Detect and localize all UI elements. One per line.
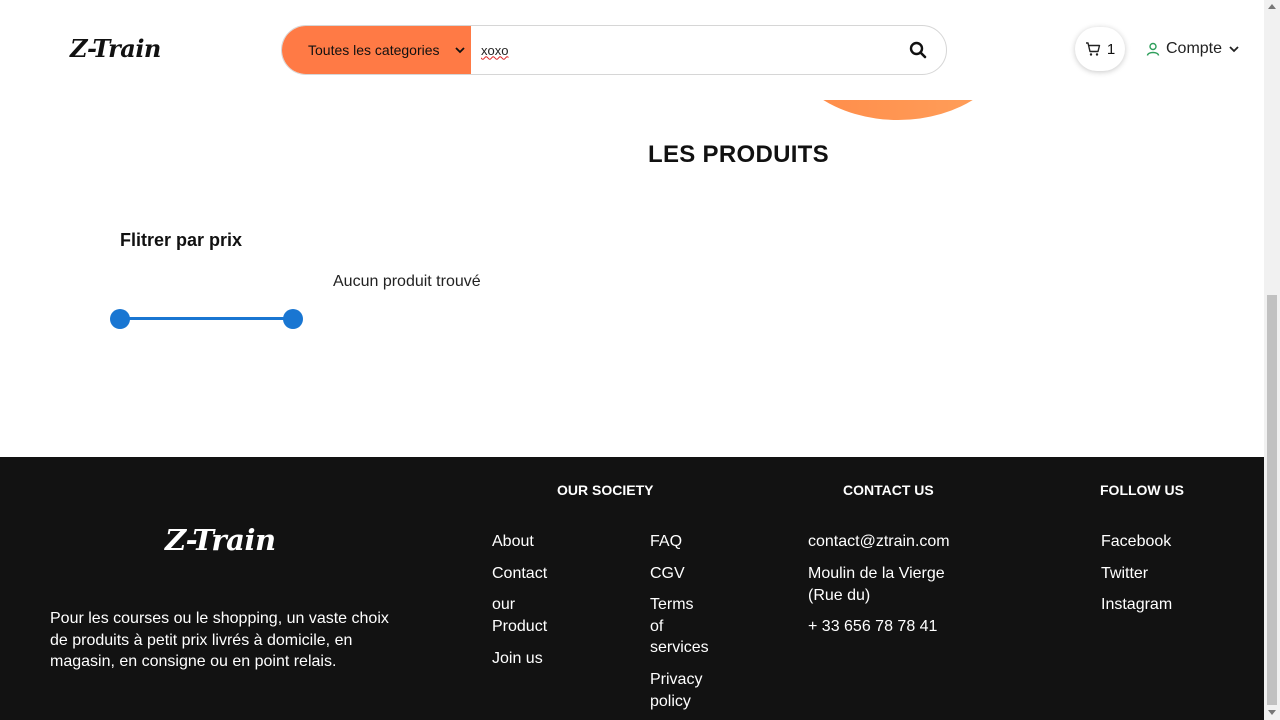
footer-heading-contact: CONTACT US xyxy=(843,482,934,498)
category-select[interactable]: Toutes les categories xyxy=(282,26,471,74)
category-select-label: Toutes les categories xyxy=(308,42,440,58)
account-menu[interactable]: Compte xyxy=(1146,40,1240,58)
footer-link-instagram[interactable]: Instagram xyxy=(1101,594,1172,616)
site-header: Z-Train Toutes les categories xoxo 1 Com… xyxy=(0,0,1264,100)
footer-contact-address: Moulin de la Vierge (Rue du) xyxy=(808,565,945,604)
footer-heading-society: OUR SOCIETY xyxy=(557,482,654,498)
slider-min-handle[interactable] xyxy=(110,309,130,329)
vertical-scrollbar[interactable] xyxy=(1264,0,1280,720)
site-footer: Z-Train Pour les courses ou le shopping,… xyxy=(0,457,1264,720)
footer-link-join-us[interactable]: Join us xyxy=(492,648,543,670)
site-logo[interactable]: Z-Train xyxy=(70,34,161,63)
scrollbar-thumb[interactable] xyxy=(1267,295,1277,705)
footer-contact-email[interactable]: contact@ztrain.com xyxy=(808,531,950,553)
footer-link-cgv[interactable]: CGV xyxy=(650,563,685,585)
search-input[interactable]: xoxo xyxy=(471,26,890,74)
empty-results-message: Aucun produit trouvé xyxy=(333,273,481,290)
footer-link-our-product[interactable]: our Product xyxy=(492,594,552,637)
footer-link-faq[interactable]: FAQ xyxy=(650,531,682,553)
page-title: LES PRODUITS xyxy=(648,141,829,168)
search-icon xyxy=(909,41,927,59)
cart-count: 1 xyxy=(1106,40,1116,58)
price-filter-title: Flitrer par prix xyxy=(120,230,243,250)
slider-max-handle[interactable] xyxy=(283,309,303,329)
footer-link-twitter[interactable]: Twitter xyxy=(1101,563,1148,585)
footer-logo[interactable]: Z-Train xyxy=(165,523,276,557)
cart-icon xyxy=(1085,42,1101,56)
footer-contact-phone: + 33 656 78 78 41 xyxy=(808,618,938,635)
footer-link-facebook[interactable]: Facebook xyxy=(1101,531,1171,553)
account-label: Compte xyxy=(1166,40,1223,57)
footer-heading-follow: FOLLOW US xyxy=(1100,482,1184,498)
scroll-down-arrow-icon[interactable] xyxy=(1268,710,1276,715)
chevron-down-icon xyxy=(455,47,465,54)
search-button[interactable] xyxy=(890,26,946,74)
slider-track xyxy=(120,317,293,320)
scroll-up-arrow-icon[interactable] xyxy=(1268,4,1276,9)
footer-link-privacy[interactable]: Privacy policy xyxy=(650,669,708,712)
cart-button[interactable]: 1 xyxy=(1075,27,1125,71)
footer-link-terms[interactable]: Terms of services xyxy=(650,594,709,659)
search-input-value: xoxo xyxy=(481,42,509,58)
price-range-slider[interactable] xyxy=(110,309,303,329)
footer-link-about[interactable]: About xyxy=(492,531,534,553)
footer-link-contact[interactable]: Contact xyxy=(492,563,547,585)
footer-description: Pour les courses ou le shopping, un vast… xyxy=(50,610,389,670)
user-icon xyxy=(1146,42,1160,56)
chevron-down-icon xyxy=(1229,46,1239,53)
search-bar: Toutes les categories xoxo xyxy=(281,25,947,75)
